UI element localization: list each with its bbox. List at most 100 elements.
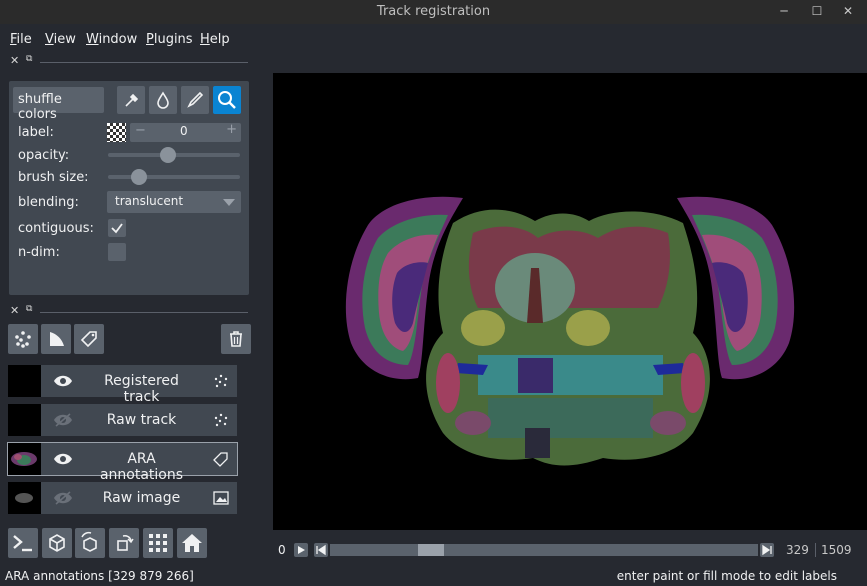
dims-current-label: 329 — [786, 543, 809, 557]
layer-thumbnail — [8, 443, 41, 475]
shapes-icon — [50, 332, 64, 346]
eye-icon[interactable] — [53, 451, 73, 467]
step-forward-icon — [762, 544, 772, 556]
paint-icon — [187, 91, 204, 108]
label-label: label: — [18, 125, 54, 140]
dims-slider-handle[interactable] — [417, 544, 444, 556]
play-icon — [298, 546, 305, 554]
chevron-down-icon — [223, 199, 235, 206]
pan-zoom-button[interactable] — [213, 86, 241, 114]
checkmark-icon — [111, 223, 123, 234]
grid-view-button[interactable] — [143, 528, 173, 558]
step-forward-button[interactable] — [760, 543, 774, 557]
opacity-label: opacity: — [18, 148, 70, 163]
picker-icon — [125, 93, 139, 107]
close-icon[interactable]: ✕ — [839, 3, 857, 19]
window-title: Track registration — [376, 4, 491, 19]
image-icon — [213, 491, 229, 505]
menu-window[interactable]: Window — [86, 32, 137, 47]
status-bar: ARA annotations [329 879 266] enter pain… — [0, 566, 867, 586]
console-button[interactable] — [8, 528, 38, 558]
brush-size-label: brush size: — [18, 170, 89, 185]
close-dock-icon[interactable]: ✕ — [10, 54, 19, 67]
layer-row-ara-annotations[interactable]: ARA annotations — [7, 442, 238, 483]
shuffle-colors-button[interactable]: shuffle colors — [13, 87, 104, 122]
roll-icon — [81, 531, 97, 552]
labels-icon — [213, 452, 228, 467]
roll-dims-button[interactable] — [75, 528, 105, 558]
delete-layer-button[interactable] — [221, 324, 251, 354]
points-icon — [214, 413, 228, 427]
layer-row-raw-track[interactable]: Raw track — [8, 404, 237, 436]
zoom-icon — [218, 91, 236, 109]
n-dim-checkbox[interactable] — [108, 243, 126, 261]
layer-name[interactable]: Registered track — [89, 373, 194, 405]
maximize-icon[interactable]: ☐ — [808, 3, 826, 19]
menu-help[interactable]: Help — [200, 32, 230, 47]
menu-view[interactable]: View — [45, 32, 76, 47]
layer-name[interactable]: Raw image — [89, 490, 194, 506]
dock-divider — [40, 62, 248, 63]
layer-name[interactable]: Raw track — [89, 412, 194, 428]
labels-thumbnail — [11, 452, 37, 466]
label-spinbox[interactable]: − 0 + — [130, 122, 241, 142]
dims-separator — [815, 543, 816, 557]
viewer-canvas[interactable] — [273, 73, 867, 530]
new-points-layer-button[interactable] — [8, 324, 38, 354]
layer-thumbnail — [8, 365, 41, 397]
dims-slider-track[interactable] — [330, 544, 758, 556]
points-icon — [214, 374, 228, 388]
float-dock-icon[interactable]: ⧉ — [26, 54, 32, 64]
n-dim-label: n-dim: — [18, 245, 60, 260]
eye-hidden-icon[interactable] — [53, 412, 73, 428]
minimize-icon[interactable]: ─ — [775, 3, 793, 19]
fill-icon — [157, 91, 169, 109]
layer-controls-panel: shuffle colors label: − 0 + opacity: bru… — [9, 81, 249, 295]
layer-thumbnail — [8, 482, 41, 514]
dims-max-label: 1509 — [821, 543, 852, 557]
grid-icon — [149, 534, 167, 552]
opacity-slider-handle[interactable] — [160, 147, 177, 163]
menu-file[interactable]: File — [10, 32, 32, 47]
new-labels-layer-button[interactable] — [74, 324, 104, 354]
layer-name[interactable]: ARA annotations — [89, 451, 194, 483]
transpose-dims-button[interactable] — [109, 528, 139, 558]
step-back-button[interactable] — [314, 543, 328, 557]
menu-plugins[interactable]: Plugins — [146, 32, 193, 47]
dims-start-label: 0 — [278, 543, 286, 557]
close-dock-icon[interactable]: ✕ — [10, 304, 19, 317]
color-picker-button[interactable] — [117, 86, 145, 114]
label-color-swatch[interactable] — [107, 123, 126, 142]
eye-icon[interactable] — [53, 373, 73, 389]
transpose-icon — [117, 535, 134, 551]
brain-atlas-labels — [345, 196, 795, 466]
eye-hidden-icon[interactable] — [53, 490, 73, 506]
contiguous-checkbox[interactable] — [108, 219, 126, 237]
points-icon — [15, 331, 31, 348]
paint-button[interactable] — [181, 86, 209, 114]
tag-icon — [80, 331, 97, 348]
new-shapes-layer-button[interactable] — [41, 324, 71, 354]
console-icon — [13, 535, 32, 552]
status-left: ARA annotations [329 879 266] — [5, 569, 194, 583]
home-button[interactable] — [177, 528, 207, 558]
home-icon — [182, 534, 202, 552]
ndisplay-button[interactable] — [42, 528, 72, 558]
brush-size-slider[interactable] — [108, 175, 240, 179]
float-dock-icon[interactable]: ⧉ — [26, 304, 32, 314]
blending-label: blending: — [18, 195, 79, 210]
status-right: enter paint or fill mode to edit labels — [616, 569, 837, 583]
blending-dropdown[interactable]: translucent — [107, 191, 241, 213]
layer-row-raw-image[interactable]: Raw image — [8, 482, 237, 514]
menu-bar: File View Window Plugins Help — [0, 24, 867, 54]
brush-size-slider-handle[interactable] — [131, 169, 148, 185]
dims-slider-bar: 0 329 1509 — [273, 537, 867, 563]
layer-row-registered-track[interactable]: Registered track — [8, 365, 237, 405]
layer-thumbnail — [8, 404, 41, 436]
play-button[interactable] — [294, 543, 308, 557]
cube-icon — [49, 534, 65, 552]
contiguous-label: contiguous: — [18, 221, 94, 236]
dock-divider — [40, 312, 248, 313]
layer-list-dock-header: ✕ ⧉ — [8, 304, 248, 318]
fill-button[interactable] — [149, 86, 177, 114]
